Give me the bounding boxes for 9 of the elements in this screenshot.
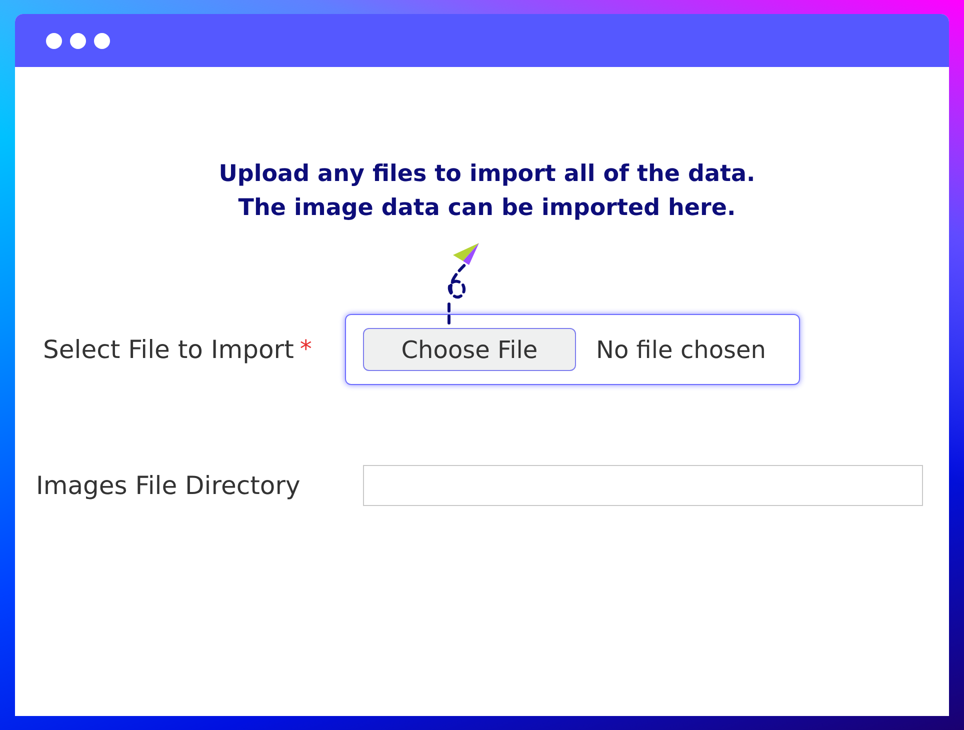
- field-label: Images File Directory: [36, 471, 300, 500]
- window-dots-icon: [46, 32, 112, 50]
- field-label: Select File to Import: [43, 335, 294, 364]
- hint-text: Upload any files to import all of the data.: [218, 160, 756, 189]
- required-mark: *: [300, 335, 312, 363]
- hint-text: The image data can be imported here.: [238, 194, 736, 223]
- file-status-text: No file chosen: [596, 336, 766, 364]
- text-input-field[interactable]: [363, 465, 923, 506]
- choose-file-button[interactable]: Choose File: [363, 328, 576, 371]
